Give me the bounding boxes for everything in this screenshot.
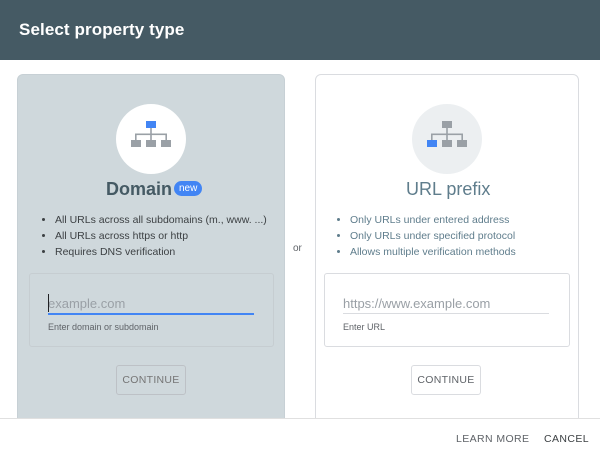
url-prefix-card[interactable]: URL prefix Only URLs under entered addre…	[315, 74, 579, 434]
url-prefix-icon-circle	[412, 104, 482, 174]
domain-continue-button[interactable]: CONTINUE	[116, 365, 186, 395]
learn-more-button[interactable]: LEARN MORE	[456, 433, 529, 445]
domain-bullet: All URLs across https or http	[55, 228, 267, 244]
domain-title: Domain	[106, 179, 173, 199]
domain-bullet: Requires DNS verification	[55, 244, 267, 260]
new-badge: new	[174, 181, 203, 196]
cancel-button[interactable]: CANCEL	[544, 433, 589, 445]
url-prefix-bullet: Only URLs under specified protocol	[350, 228, 516, 244]
or-separator: or	[293, 243, 302, 254]
domain-icon-circle	[116, 104, 186, 174]
text-cursor	[48, 294, 49, 312]
dialog-title: Select property type	[19, 20, 185, 39]
domain-input-container: Enter domain or subdomain	[29, 273, 274, 347]
url-prefix-title: URL prefix	[406, 179, 491, 199]
dialog-header: Select property type	[0, 0, 600, 60]
url-input-container: Enter URL	[324, 273, 570, 347]
url-prefix-bullet: Only URLs under entered address	[350, 212, 516, 228]
domain-bullet: All URLs across all subdomains (m., www.…	[55, 212, 267, 228]
sitemap-icon	[131, 121, 171, 147]
sitemap-icon	[427, 121, 467, 147]
url-input-hint: Enter URL	[343, 322, 386, 332]
domain-input-hint: Enter domain or subdomain	[48, 322, 159, 332]
domain-card[interactable]: Domain new All URLs across all subdomain…	[17, 74, 285, 434]
url-prefix-bullet-list: Only URLs under entered address Only URL…	[330, 212, 516, 260]
url-input[interactable]	[343, 293, 549, 314]
url-prefix-bullet: Allows multiple verification methods	[350, 244, 516, 260]
url-prefix-continue-button[interactable]: CONTINUE	[411, 365, 481, 395]
domain-bullet-list: All URLs across all subdomains (m., www.…	[35, 212, 267, 260]
dialog-footer: LEARN MORE CANCEL	[0, 418, 600, 459]
domain-input[interactable]	[48, 293, 254, 315]
